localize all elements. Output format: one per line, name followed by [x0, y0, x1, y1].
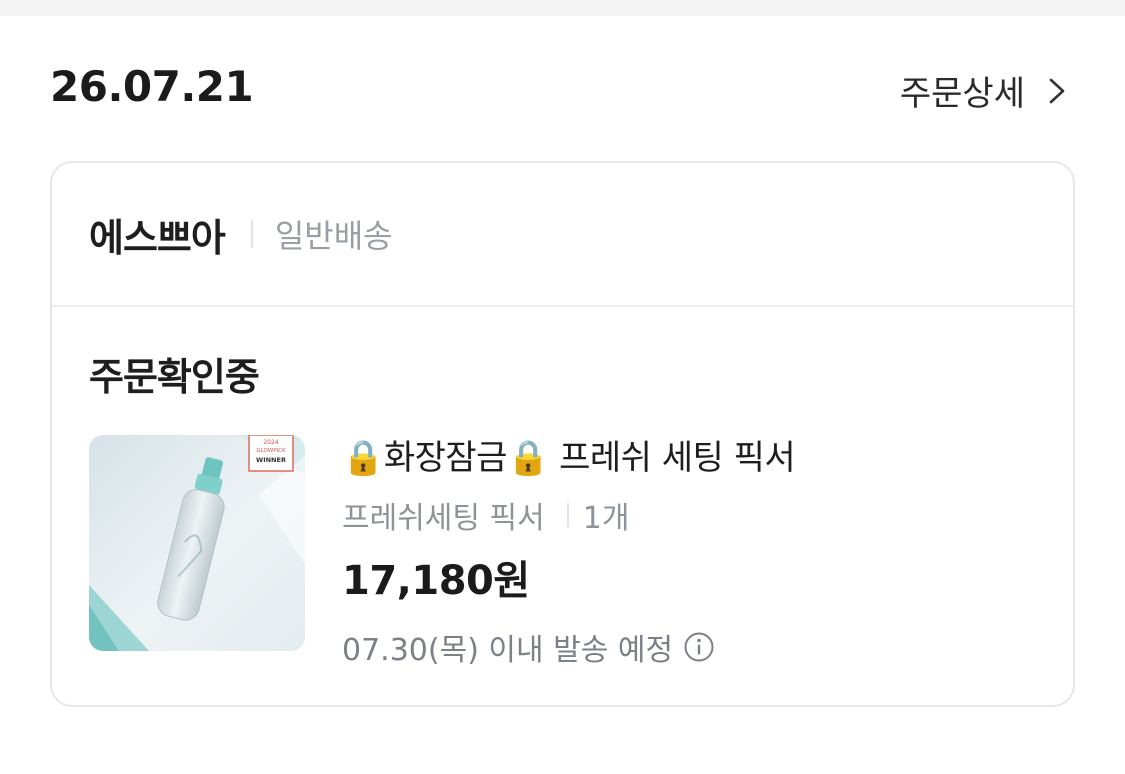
info-icon[interactable]	[683, 631, 715, 663]
ship-notice: 07.30(목) 이내 발송 예정	[342, 633, 674, 668]
order-date: 26.07.21	[50, 62, 254, 111]
chevron-right-icon	[1049, 78, 1065, 103]
product-image: 2024 GLOWPICK WINNER	[89, 435, 305, 651]
badge-year-text: 2024	[263, 439, 278, 446]
ship-notice-row: 07.30(목) 이내 발송 예정	[342, 625, 1042, 669]
order-header: 26.07.21 주문상세	[50, 60, 1075, 120]
order-detail-button[interactable]: 주문상세	[900, 66, 1067, 115]
seller-row: 에스쁘아 일반배송	[52, 163, 1073, 307]
product-option-row: 프레쉬세팅 픽서 1개	[342, 495, 1042, 536]
badge-brand-text: GLOWPICK	[256, 448, 286, 454]
product-thumbnail[interactable]: 2024 GLOWPICK WINNER	[89, 435, 305, 651]
product-option: 프레쉬세팅 픽서	[342, 501, 545, 536]
top-divider-strip	[0, 0, 1125, 16]
shipping-type: 일반배송	[274, 217, 393, 255]
product-info: 🔒화장잠금🔒 프레쉬 세팅 픽서 프레쉬세팅 픽서 1개 17,180원 07.…	[342, 433, 1042, 669]
order-card: 에스쁘아 일반배송 주문확인중 2024 GLOWPICK WINNER 🔒화장…	[50, 161, 1075, 707]
product-price: 17,180원	[342, 558, 530, 604]
seller-name[interactable]: 에스쁘아	[89, 207, 226, 262]
product-quantity: 1개	[582, 501, 630, 536]
seller-divider	[250, 220, 253, 248]
product-title[interactable]: 🔒화장잠금🔒 프레쉬 세팅 픽서	[342, 433, 1042, 483]
order-status: 주문확인중	[89, 355, 260, 399]
option-divider	[566, 503, 569, 527]
order-detail-label: 주문상세	[899, 74, 1025, 114]
badge-winner-text: WINNER	[256, 456, 286, 464]
